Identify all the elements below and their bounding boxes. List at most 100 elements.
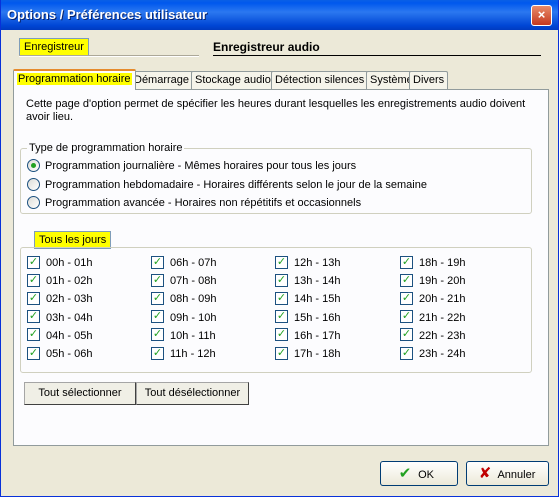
checkbox-checked-icon: ✓ xyxy=(275,273,288,287)
hour-label: 14h - 15h xyxy=(294,293,341,306)
hour-checkbox[interactable]: ✓ 19h - 20h xyxy=(400,273,466,288)
radio-icon xyxy=(27,177,40,191)
hour-checkbox[interactable]: ✓ 07h - 08h xyxy=(151,273,216,288)
ok-label: OK xyxy=(418,469,434,481)
hour-checkbox[interactable]: ✓ 12h - 13h xyxy=(275,255,341,270)
checkbox-checked-icon: ✓ xyxy=(27,291,40,305)
options-window: Options / Préférences utilisateur × Enre… xyxy=(0,0,559,497)
page-title: Enregistreur audio xyxy=(213,40,320,54)
hour-label: 01h - 02h xyxy=(46,275,93,288)
hour-checkbox[interactable]: ✓ 05h - 06h xyxy=(27,346,93,361)
checkbox-checked-icon: ✓ xyxy=(27,328,40,342)
hour-checkbox[interactable]: ✓ 15h - 16h xyxy=(275,310,341,325)
tab-detection-silences[interactable]: Détection silences xyxy=(271,71,369,89)
checkbox-checked-icon: ✓ xyxy=(275,291,288,305)
hour-label: 10h - 11h xyxy=(170,329,216,342)
hour-checkbox[interactable]: ✓ 21h - 22h xyxy=(400,310,466,325)
hour-label: 22h - 23h xyxy=(419,329,466,342)
hour-checkbox[interactable]: ✓ 18h - 19h xyxy=(400,255,466,270)
checkbox-checked-icon: ✓ xyxy=(151,273,164,287)
hour-label: 03h - 04h xyxy=(46,311,93,324)
hour-checkbox[interactable]: ✓ 22h - 23h xyxy=(400,328,466,343)
hour-label: 09h - 10h xyxy=(170,311,217,324)
hour-label: 20h - 21h xyxy=(419,293,466,306)
radio-advanced[interactable]: Programmation avancée - Horaires non rép… xyxy=(27,195,362,210)
schedule-type-group: Type de programmation horaire Programmat… xyxy=(20,142,532,214)
checkbox-checked-icon: ✓ xyxy=(27,273,40,287)
radio-checked-icon xyxy=(27,158,40,172)
checkbox-checked-icon: ✓ xyxy=(400,310,413,324)
hour-checkbox[interactable]: ✓ 08h - 09h xyxy=(151,291,217,306)
cancel-button[interactable]: ✘ Annuler xyxy=(466,461,549,486)
radio-weekly[interactable]: Programmation hebdomadaire - Horaires di… xyxy=(27,177,427,192)
checkbox-checked-icon: ✓ xyxy=(151,328,164,342)
hour-label: 16h - 17h xyxy=(294,329,341,342)
checkbox-checked-icon: ✓ xyxy=(400,291,413,305)
hour-checkbox[interactable]: ✓ 03h - 04h xyxy=(27,310,93,325)
hour-label: 04h - 05h xyxy=(46,329,93,342)
cancel-label: Annuler xyxy=(497,469,536,481)
hour-checkbox[interactable]: ✓ 23h - 24h xyxy=(400,346,466,361)
checkbox-checked-icon: ✓ xyxy=(275,346,288,360)
hour-label: 21h - 22h xyxy=(419,311,466,324)
hour-checkbox[interactable]: ✓ 01h - 02h xyxy=(27,273,93,288)
deselect-all-button[interactable]: Tout désélectionner xyxy=(136,382,249,405)
tab-divers[interactable]: Divers xyxy=(409,71,449,89)
checkbox-checked-icon: ✓ xyxy=(275,328,288,342)
hour-checkbox[interactable]: ✓ 16h - 17h xyxy=(275,328,341,343)
hour-label: 05h - 06h xyxy=(46,348,93,360)
tab-stockage-audio[interactable]: Stockage audio xyxy=(191,71,275,89)
tab-demarrage[interactable]: Démarrage xyxy=(130,71,194,89)
radio-label: Programmation journalière - Mêmes horair… xyxy=(45,160,357,172)
group-legend: Type de programmation horaire xyxy=(27,142,185,154)
tab-panel: Cette page d'option permet de spécifier … xyxy=(13,89,549,446)
radio-daily[interactable]: Programmation journalière - Mêmes horair… xyxy=(27,158,357,173)
hour-label: 08h - 09h xyxy=(170,293,217,306)
divider xyxy=(19,55,199,57)
hour-label: 11h - 12h xyxy=(170,348,216,360)
checkbox-checked-icon: ✓ xyxy=(151,346,164,360)
tab-programmation-horaire[interactable]: Programmation horaire xyxy=(13,69,136,90)
hour-checkbox[interactable]: ✓ 00h - 01h xyxy=(27,255,93,270)
checkbox-checked-icon: ✓ xyxy=(27,255,40,269)
ok-button[interactable]: ✔ OK xyxy=(380,461,458,486)
hour-label: 18h - 19h xyxy=(419,257,466,269)
radio-icon xyxy=(27,195,40,209)
hour-checkbox[interactable]: ✓ 13h - 14h xyxy=(275,273,340,288)
hour-checkbox[interactable]: ✓ 02h - 03h xyxy=(27,291,93,306)
checkbox-checked-icon: ✓ xyxy=(400,328,413,342)
hour-checkbox[interactable]: ✓ 10h - 11h xyxy=(151,328,216,343)
hour-label: 00h - 01h xyxy=(46,257,93,269)
hour-checkbox[interactable]: ✓ 11h - 12h xyxy=(151,346,216,361)
hour-checkbox[interactable]: ✓ 06h - 07h xyxy=(151,255,217,270)
hour-label: 15h - 16h xyxy=(294,311,341,324)
hour-checkbox[interactable]: ✓ 17h - 18h xyxy=(275,346,341,361)
hour-checkbox[interactable]: ✓ 09h - 10h xyxy=(151,310,217,325)
hours-group: ✓ 00h - 01h ✓ 01h - 02h ✓ 02h - 03h ✓ 03h - 04h… xyxy=(20,247,532,373)
hour-checkbox[interactable]: ✓ 20h - 21h xyxy=(400,291,466,306)
hour-label: 19h - 20h xyxy=(419,275,466,288)
hour-label: 23h - 24h xyxy=(419,348,466,360)
hour-label: 12h - 13h xyxy=(294,257,341,269)
close-button[interactable]: × xyxy=(531,5,552,26)
hour-label: 17h - 18h xyxy=(294,348,341,360)
window-title: Options / Préférences utilisateur xyxy=(7,7,208,22)
checkbox-checked-icon: ✓ xyxy=(400,346,413,360)
radio-label: Programmation avancée - Horaires non rép… xyxy=(45,197,362,209)
hour-label: 06h - 07h xyxy=(170,257,217,269)
checkbox-checked-icon: ✓ xyxy=(151,255,164,269)
title-bar[interactable]: Options / Préférences utilisateur × xyxy=(1,0,558,30)
checkbox-checked-icon: ✓ xyxy=(27,310,40,324)
description-text: Cette page d'option permet de spécifier … xyxy=(26,98,526,123)
hour-checkbox[interactable]: ✓ 04h - 05h xyxy=(27,328,93,343)
hour-checkbox[interactable]: ✓ 14h - 15h xyxy=(275,291,341,306)
checkbox-checked-icon: ✓ xyxy=(275,255,288,269)
select-all-button[interactable]: Tout sélectionner xyxy=(24,382,136,405)
hour-label: 02h - 03h xyxy=(46,293,93,306)
check-icon: ✔ xyxy=(398,465,412,482)
close-icon: × xyxy=(537,7,546,22)
section-label: Enregistreur xyxy=(19,38,89,56)
radio-label: Programmation hebdomadaire - Horaires di… xyxy=(45,179,427,191)
checkbox-checked-icon: ✓ xyxy=(275,310,288,324)
checkbox-checked-icon: ✓ xyxy=(151,291,164,305)
